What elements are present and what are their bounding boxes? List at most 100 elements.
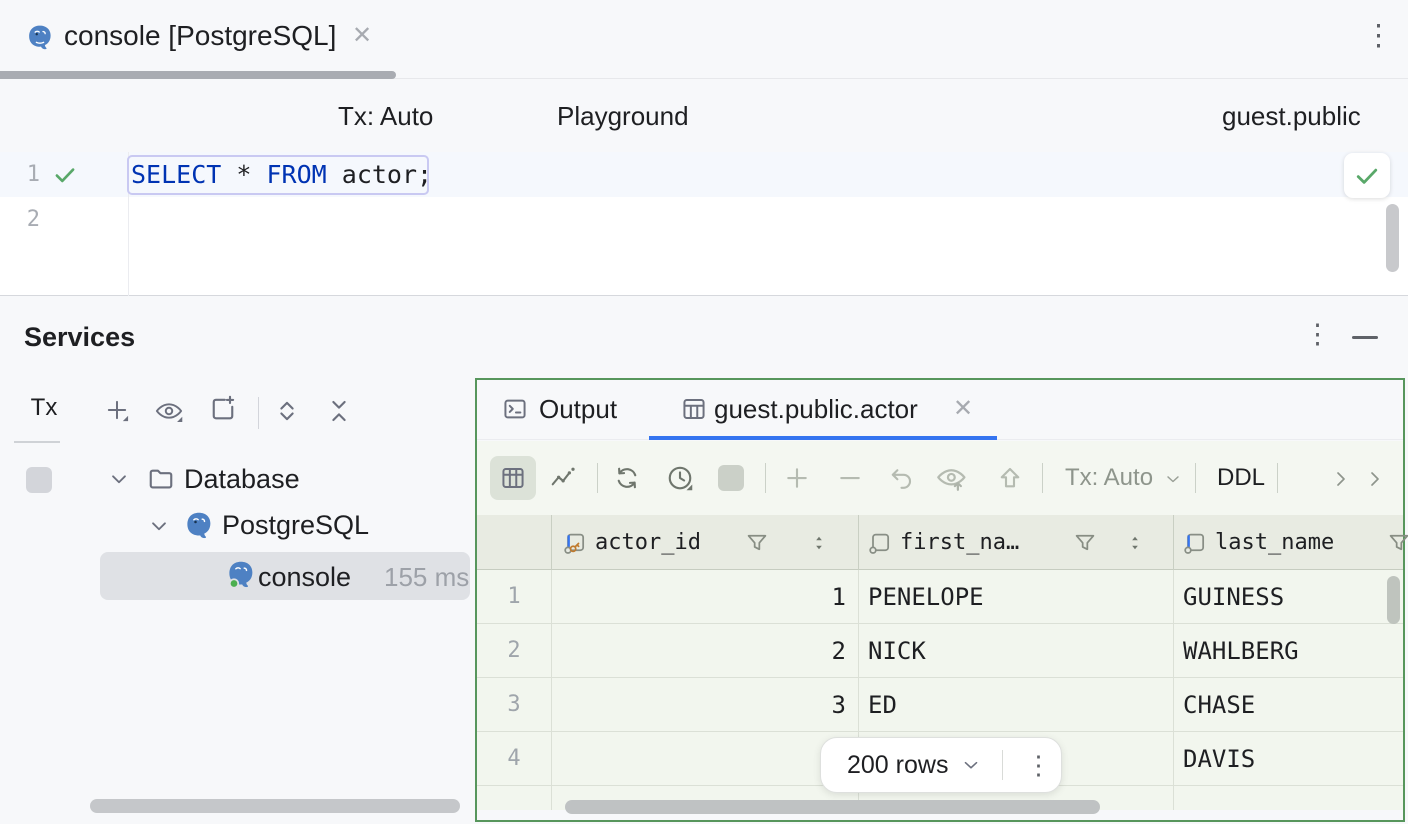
grid-horizontal-scrollbar[interactable] — [565, 800, 1100, 814]
filter-icon[interactable] — [1071, 529, 1099, 557]
refresh-icon[interactable] — [612, 463, 642, 493]
filter-icon[interactable] — [743, 529, 771, 557]
row-number: 3 — [477, 678, 551, 732]
tab-close-icon[interactable]: ✕ — [953, 380, 973, 438]
active-tab-underline — [0, 71, 396, 79]
header-divider — [858, 515, 859, 570]
pager-pill[interactable]: 200 rows ⋮ — [820, 737, 1062, 793]
toolbar-separator — [1277, 463, 1278, 493]
postgresql-icon — [184, 510, 214, 540]
last-page-icon[interactable] — [1363, 467, 1387, 491]
column-header-last-name[interactable]: last_name — [1215, 515, 1334, 570]
delete-row-icon — [835, 463, 865, 493]
editor-vertical-scrollbar[interactable] — [1386, 204, 1399, 272]
cell-actor-id[interactable]: 2 — [832, 624, 846, 678]
primary-key-column-icon — [561, 529, 589, 557]
sort-icon[interactable] — [1125, 533, 1145, 553]
editor-tab-console[interactable]: console [PostgreSQL] — [64, 0, 336, 72]
postgresql-console-icon — [226, 559, 256, 589]
cell-first-name[interactable]: NICK — [868, 624, 926, 678]
cell-last-name[interactable]: WAHLBERG — [1183, 624, 1299, 678]
window-more-icon[interactable]: ⋮ — [1364, 22, 1393, 51]
view-as-chart-button[interactable] — [548, 463, 578, 493]
tab-guest-public-actor[interactable]: guest.public.actor — [714, 380, 918, 438]
toolbar-separator — [1195, 463, 1196, 493]
sql-code-line[interactable]: SELECT * FROM actor; — [131, 152, 432, 197]
query-history-icon[interactable] — [665, 463, 695, 493]
toolbar-separator — [597, 463, 598, 493]
services-tx-tab-underline — [14, 441, 60, 443]
open-in-new-tab-icon[interactable] — [208, 394, 238, 424]
toolbar-separator — [258, 397, 259, 429]
submit-icon — [995, 463, 1025, 493]
cell-first-name[interactable]: PENELOPE — [868, 570, 984, 624]
services-horizontal-scrollbar[interactable] — [90, 799, 460, 813]
sort-icon[interactable] — [809, 533, 829, 553]
results-panel: Output guest.public.actor ✕ — [475, 378, 1405, 822]
tree-item-database[interactable]: Database — [184, 464, 300, 494]
postgresql-icon — [26, 23, 54, 51]
column-icon — [866, 529, 894, 557]
collapse-all-icon[interactable] — [324, 396, 354, 426]
chevron-down-icon[interactable] — [960, 754, 982, 776]
tree-item-console[interactable]: console — [258, 562, 351, 592]
filter-icon[interactable] — [1385, 529, 1408, 557]
statement-success-check-icon — [52, 162, 78, 188]
minimize-icon[interactable] — [1352, 336, 1378, 339]
add-service-icon[interactable] — [103, 396, 131, 424]
results-toolbar: Tx: Auto DDL — [477, 441, 1403, 515]
cell-actor-id[interactable]: 3 — [832, 678, 846, 732]
services-more-icon[interactable]: ⋮ — [1304, 321, 1331, 348]
services-tx-tab[interactable]: Tx — [22, 378, 66, 438]
row-number: 1 — [477, 570, 551, 624]
tx-mode-select[interactable]: Tx: Auto — [338, 80, 433, 152]
column-header-first-name[interactable]: first_na… — [900, 515, 1019, 570]
table-row[interactable]: 3 3 ED CHASE — [477, 678, 1403, 732]
grid-header-row: actor_id first_na… — [477, 515, 1403, 570]
results-tab-bar: Output guest.public.actor ✕ — [477, 380, 1403, 440]
tree-item-postgresql[interactable]: PostgreSQL — [222, 510, 369, 540]
grid-tx-mode-select[interactable]: Tx: Auto — [1065, 441, 1153, 515]
header-divider — [1173, 515, 1174, 570]
row-number: 4 — [477, 732, 551, 786]
console-exec-time: 155 ms — [384, 562, 469, 592]
pager-more-icon[interactable]: ⋮ — [1025, 752, 1051, 778]
cell-actor-id[interactable]: 1 — [832, 570, 846, 624]
pill-separator — [1002, 750, 1003, 780]
preview-changes-icon — [935, 463, 969, 493]
playground-select[interactable]: Playground — [557, 80, 689, 152]
inspections-status-widget[interactable] — [1344, 153, 1390, 198]
add-row-icon — [782, 463, 812, 493]
table-row[interactable]: 2 2 NICK WAHLBERG — [477, 624, 1403, 678]
schema-switcher[interactable]: guest.public — [1222, 80, 1361, 152]
chevron-down-icon[interactable] — [1163, 469, 1183, 489]
view-as-table-button[interactable] — [490, 456, 536, 500]
sql-semicolon: ; — [417, 160, 432, 189]
tab-output[interactable]: Output — [539, 380, 617, 438]
services-panel-header: Services ⋮ — [0, 297, 1408, 378]
grid-vertical-scrollbar[interactable] — [1387, 576, 1400, 624]
sql-keyword: SELECT — [131, 160, 221, 189]
tab-close-icon[interactable]: ✕ — [352, 0, 372, 72]
sql-table-name: actor — [342, 160, 417, 189]
cell-last-name[interactable]: DAVIS — [1183, 732, 1255, 786]
cell-first-name[interactable]: ED — [868, 678, 897, 732]
cell-last-name[interactable]: GUINESS — [1183, 570, 1284, 624]
services-stop-button[interactable] — [26, 467, 52, 493]
expand-all-icon[interactable] — [272, 396, 302, 426]
ddl-button[interactable]: DDL — [1217, 441, 1265, 515]
chevron-down-icon[interactable] — [106, 466, 132, 492]
column-icon — [1181, 529, 1209, 557]
view-options-eye-icon[interactable] — [154, 398, 184, 424]
next-page-icon[interactable] — [1329, 467, 1353, 491]
row-count-select[interactable]: 200 rows — [847, 751, 948, 780]
stop-button — [718, 465, 744, 491]
cell-last-name[interactable]: CHASE — [1183, 678, 1255, 732]
table-row[interactable]: 1 1 PENELOPE GUINESS — [477, 570, 1403, 624]
column-header-actor-id[interactable]: actor_id — [595, 515, 701, 570]
chevron-down-icon[interactable] — [146, 513, 172, 539]
sql-star: * — [236, 160, 251, 189]
toolbar-separator — [1042, 463, 1043, 493]
sql-editor[interactable]: 1 2 SELECT * FROM actor; — [0, 152, 1408, 296]
output-terminal-icon — [501, 395, 529, 423]
